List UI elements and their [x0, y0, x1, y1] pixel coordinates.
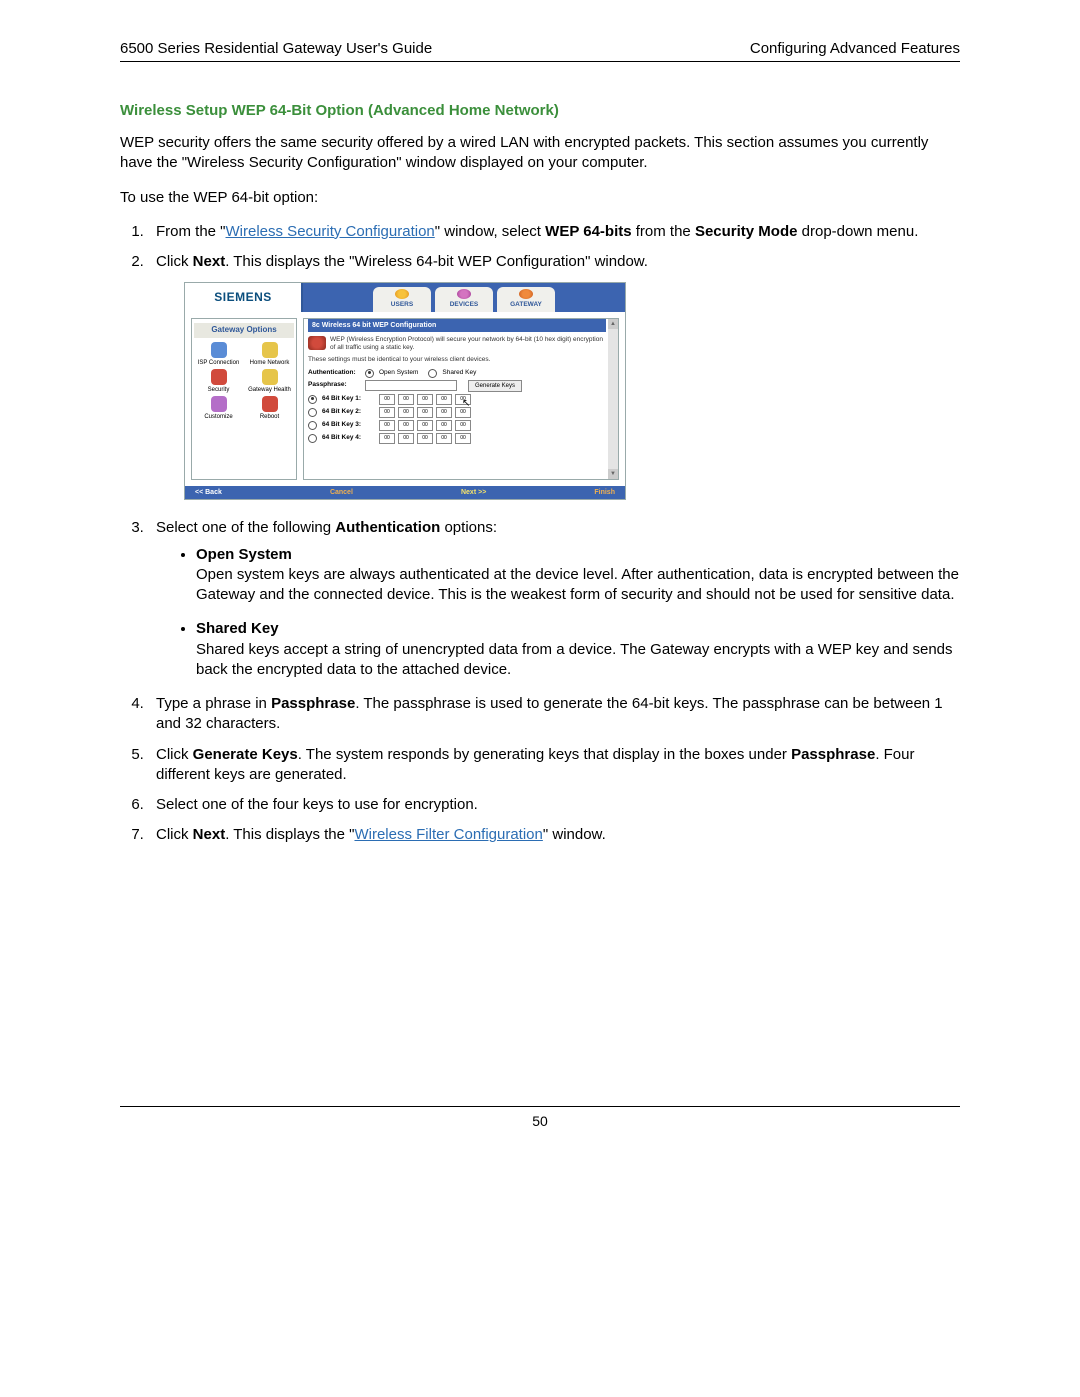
users-icon: [395, 289, 409, 299]
sidebar-title: Gateway Options: [194, 323, 294, 338]
security-icon: [211, 369, 227, 385]
key-row-2: 64 Bit Key 2: 00 00 00 00 00: [308, 407, 606, 418]
panel-title: 8c Wireless 64 bit WEP Configuration: [308, 319, 606, 332]
step-5: Click Generate Keys. The system responds…: [148, 745, 960, 786]
page-header: 6500 Series Residential Gateway User's G…: [120, 40, 960, 57]
key-row-4: 64 Bit Key 4: 00 00 00 00 00: [308, 433, 606, 444]
sidebar: Gateway Options ISP Connection Home Netw…: [191, 318, 297, 480]
key-row-3: 64 Bit Key 3: 00 00 00 00 00: [308, 420, 606, 431]
lead-in: To use the WEP 64-bit option:: [120, 188, 960, 208]
step-3: Select one of the following Authenticati…: [148, 518, 960, 680]
sidebar-item-customize[interactable]: Customize: [194, 396, 243, 421]
step-7: Click Next. This displays the "Wireless …: [148, 825, 960, 845]
page-number: 50: [120, 1106, 960, 1129]
key2-box4[interactable]: 00: [436, 407, 452, 418]
tab-gateway[interactable]: GATEWAY: [497, 287, 555, 312]
key2-box1[interactable]: 00: [379, 407, 395, 418]
radio-open-system[interactable]: [365, 369, 374, 378]
link-wireless-security-config[interactable]: Wireless Security Configuration: [226, 223, 435, 240]
key4-box4[interactable]: 00: [436, 433, 452, 444]
key1-box3[interactable]: 00: [417, 394, 433, 405]
key1-box4[interactable]: 00: [436, 394, 452, 405]
key3-box3[interactable]: 00: [417, 420, 433, 431]
step-2: Click Next. This displays the "Wireless …: [148, 252, 960, 500]
content-panel: 8c Wireless 64 bit WEP Configuration WEP…: [303, 318, 619, 480]
key4-box5[interactable]: 00: [455, 433, 471, 444]
key3-box2[interactable]: 00: [398, 420, 414, 431]
key2-box2[interactable]: 00: [398, 407, 414, 418]
radio-key-3[interactable]: [308, 421, 317, 430]
sidebar-item-gateway-health[interactable]: Gateway Health: [245, 369, 294, 394]
generate-keys-button[interactable]: Generate Keys: [468, 380, 522, 392]
sidebar-item-reboot[interactable]: Reboot: [245, 396, 294, 421]
radio-key-4[interactable]: [308, 434, 317, 443]
devices-icon: [457, 289, 471, 299]
wep-icon: [308, 336, 326, 350]
key2-box5[interactable]: 00: [455, 407, 471, 418]
key4-box1[interactable]: 00: [379, 433, 395, 444]
cancel-button[interactable]: Cancel: [330, 488, 353, 497]
passphrase-input[interactable]: [365, 380, 457, 391]
radio-key-2[interactable]: [308, 408, 317, 417]
next-button[interactable]: Next >>: [461, 488, 486, 497]
key1-box1[interactable]: 00: [379, 394, 395, 405]
brand-logo: SIEMENS: [185, 283, 303, 312]
key3-box5[interactable]: 00: [455, 420, 471, 431]
bullet-open-system: Open System Open system keys are always …: [196, 545, 960, 606]
top-nav: USERS DEVICES GATEWAY: [303, 283, 625, 312]
button-bar: << Back Cancel Next >> Finish: [185, 486, 625, 499]
step-1: From the "Wireless Security Configuratio…: [148, 222, 960, 242]
key4-box3[interactable]: 00: [417, 433, 433, 444]
back-button[interactable]: << Back: [195, 488, 222, 497]
gateway-icon: [519, 289, 533, 299]
intro-paragraph: WEP security offers the same security of…: [120, 133, 960, 174]
wep-config-screenshot: SIEMENS USERS DEVICES GATEWAY Gateway Op…: [184, 282, 626, 500]
sidebar-item-security[interactable]: Security: [194, 369, 243, 394]
key3-box1[interactable]: 00: [379, 420, 395, 431]
panel-note: These settings must be identical to your…: [308, 356, 606, 365]
header-rule: [120, 61, 960, 62]
key1-box2[interactable]: 00: [398, 394, 414, 405]
gateway-health-icon: [262, 369, 278, 385]
scrollbar[interactable]: [608, 319, 618, 479]
tab-devices[interactable]: DEVICES: [435, 287, 493, 312]
tab-users[interactable]: USERS: [373, 287, 431, 312]
customize-icon: [211, 396, 227, 412]
step-4: Type a phrase in Passphrase. The passphr…: [148, 694, 960, 735]
finish-button[interactable]: Finish: [594, 488, 615, 497]
radio-shared-key[interactable]: [428, 369, 437, 378]
header-right: Configuring Advanced Features: [750, 40, 960, 57]
radio-key-1[interactable]: [308, 395, 317, 404]
sidebar-item-home-network[interactable]: Home Network: [245, 342, 294, 367]
header-left: 6500 Series Residential Gateway User's G…: [120, 40, 432, 57]
key-row-1: 64 Bit Key 1: 00 00 00 00 00: [308, 394, 606, 405]
bullet-shared-key: Shared Key Shared keys accept a string o…: [196, 619, 960, 680]
isp-connection-icon: [211, 342, 227, 358]
passphrase-row: Passphrase: Generate Keys: [308, 380, 606, 392]
key1-box5[interactable]: 00: [455, 394, 471, 405]
sidebar-item-isp-connection[interactable]: ISP Connection: [194, 342, 243, 367]
key2-box3[interactable]: 00: [417, 407, 433, 418]
step-6: Select one of the four keys to use for e…: [148, 795, 960, 815]
section-title: Wireless Setup WEP 64-Bit Option (Advanc…: [120, 102, 960, 119]
auth-row: Authentication: Open System Shared Key: [308, 369, 606, 378]
home-network-icon: [262, 342, 278, 358]
key3-box4[interactable]: 00: [436, 420, 452, 431]
panel-description: WEP (Wireless Encryption Protocol) will …: [330, 336, 606, 352]
link-wireless-filter-config[interactable]: Wireless Filter Configuration: [354, 826, 542, 843]
reboot-icon: [262, 396, 278, 412]
key4-box2[interactable]: 00: [398, 433, 414, 444]
